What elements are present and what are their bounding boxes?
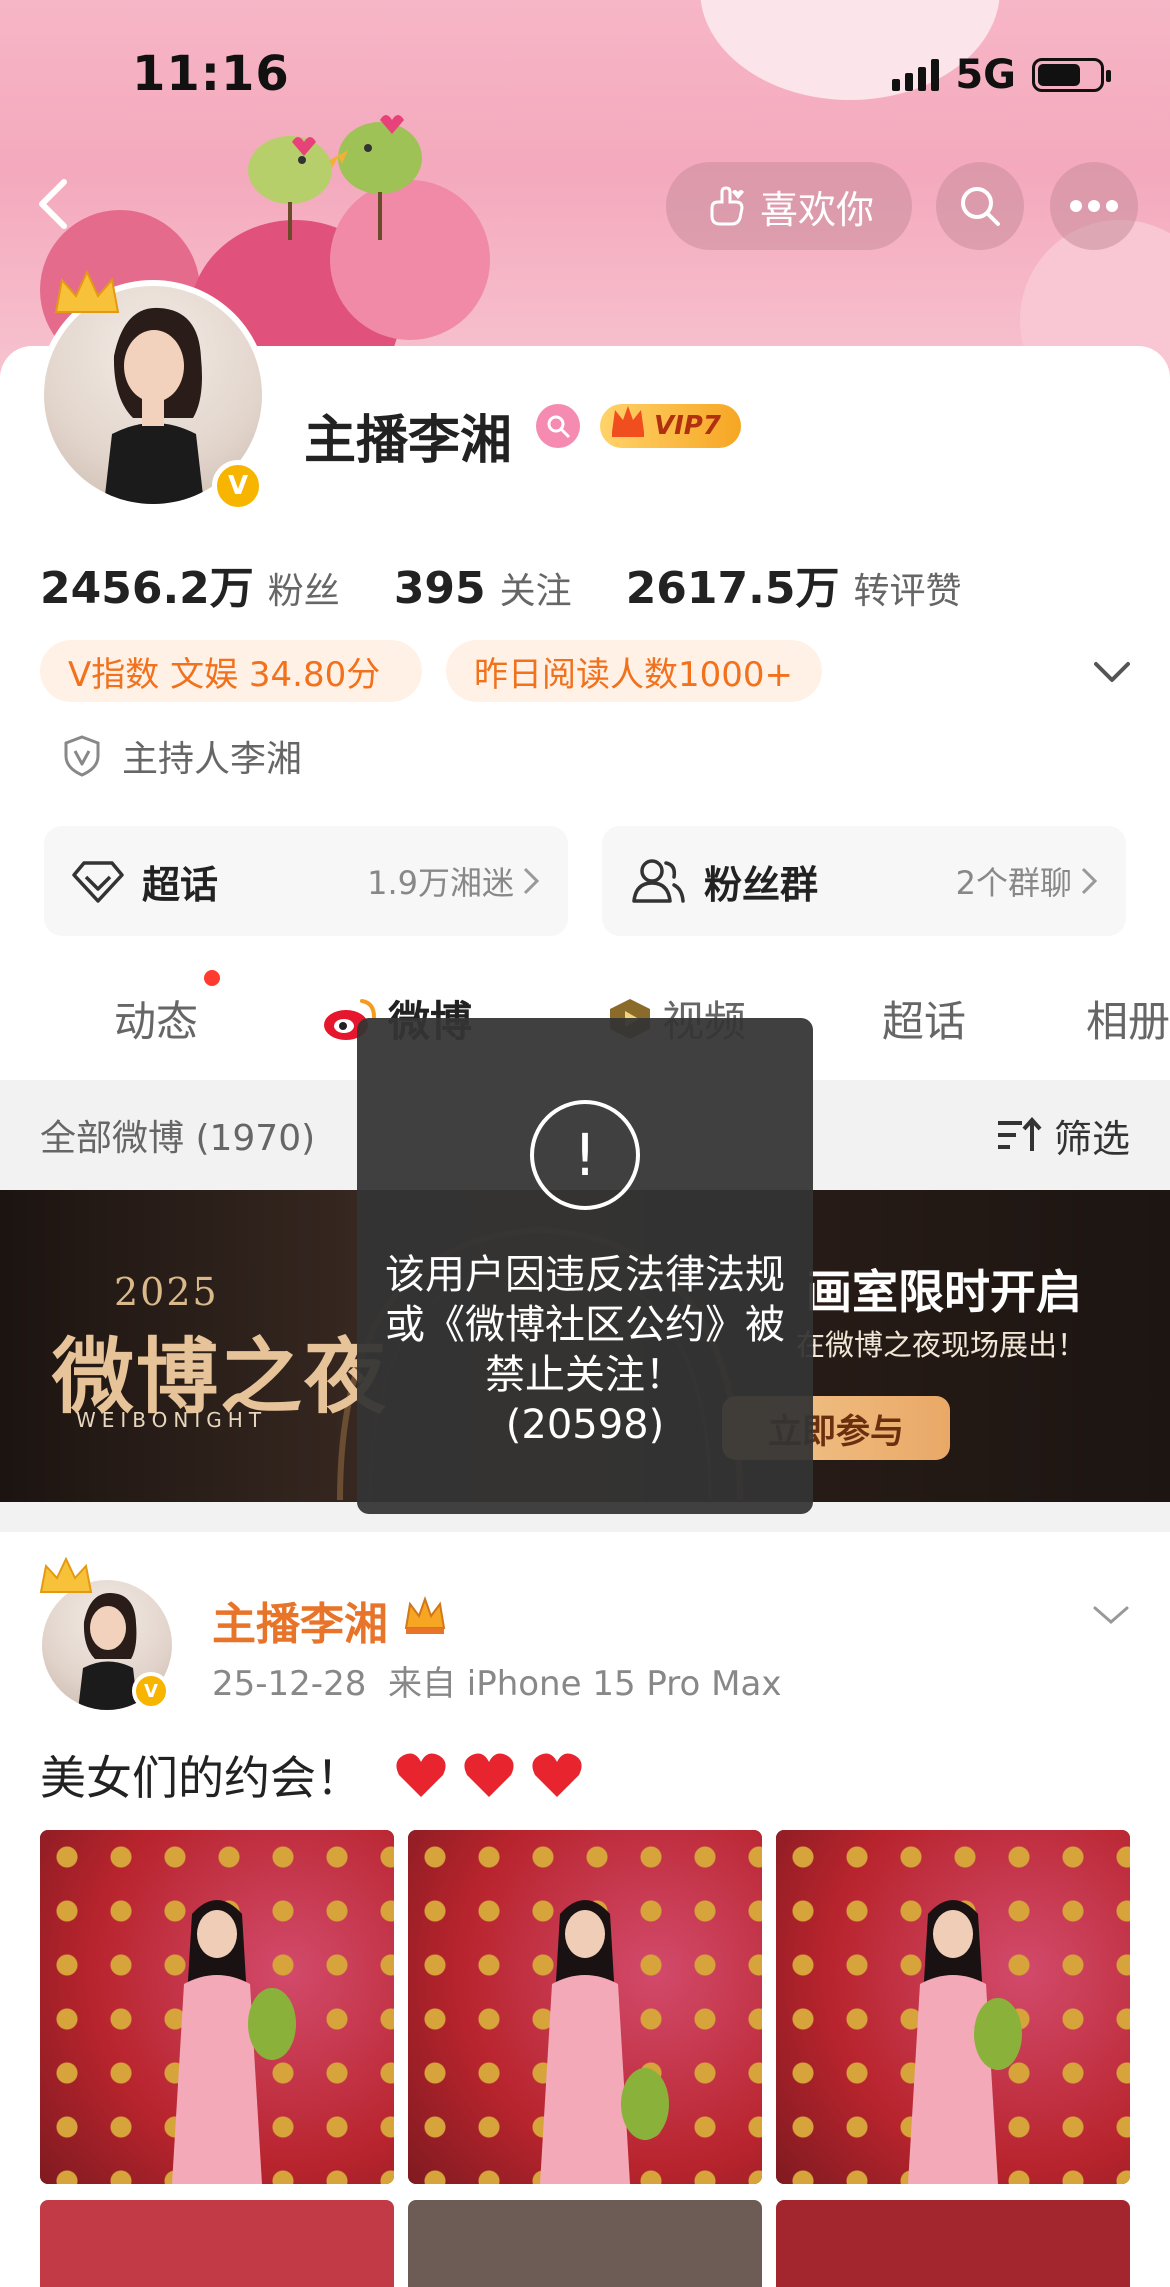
post-date: 25-12-28 bbox=[212, 1664, 367, 1704]
certification: 主持人李湘 bbox=[62, 730, 302, 782]
filter-label: 筛选 bbox=[1053, 1116, 1130, 1161]
hand-heart-icon bbox=[710, 186, 744, 226]
reads-tag[interactable]: 昨日阅读人数1000+ bbox=[446, 640, 822, 702]
verified-badge-icon: V bbox=[212, 460, 264, 512]
group-people-icon bbox=[632, 859, 685, 903]
post-source: 来自 iPhone 15 Pro Max bbox=[387, 1664, 782, 1704]
filter-sort-icon bbox=[997, 1117, 1042, 1151]
tab-activity[interactable]: 动态 bbox=[114, 988, 198, 1049]
like-you-label: 喜欢你 bbox=[759, 187, 874, 232]
post-author[interactable]: 主播李湘 bbox=[212, 1588, 388, 1652]
profile-stats: 2456.2万 粉丝 395 关注 2617.5万 转评赞 bbox=[40, 552, 1016, 616]
woman-figure-image bbox=[540, 1900, 669, 2184]
verified-badge-icon: V bbox=[132, 1672, 170, 1710]
super-topic-meta: 1.9万湘迷 bbox=[367, 864, 514, 902]
member-crown-icon bbox=[404, 1595, 446, 1634]
tab-activity-label: 动态 bbox=[114, 997, 199, 1046]
tab-album-label: 相册 bbox=[1086, 997, 1170, 1046]
chevron-down-icon[interactable] bbox=[1090, 654, 1134, 690]
diamond-icon bbox=[72, 861, 124, 903]
signal-icon bbox=[892, 59, 940, 91]
event-year: 2025 bbox=[114, 1270, 219, 1314]
followers-label[interactable]: 粉丝 bbox=[268, 562, 340, 614]
crown-icon bbox=[39, 1556, 93, 1593]
vip-crown-icon bbox=[612, 406, 644, 437]
super-topic-entry[interactable]: 超话 1.9万湘迷 bbox=[44, 826, 568, 936]
more-dots-icon bbox=[1070, 200, 1118, 212]
v-index-tag[interactable]: V指数 文娱 34.80分 bbox=[40, 640, 422, 702]
post-meta: 25-12-28 来自 iPhone 15 Pro Max bbox=[212, 1656, 781, 1705]
toast-message: 该用户因违反法律法规或《微博社区公约》被禁止关注！ bbox=[385, 1252, 785, 1398]
all-posts-count[interactable]: 全部微博 (1970) bbox=[40, 1109, 315, 1161]
more-options-button[interactable] bbox=[1050, 162, 1138, 250]
fan-group-entry[interactable]: 粉丝群 2个群聊 bbox=[602, 826, 1126, 936]
engagement-label: 转评赞 bbox=[853, 571, 962, 612]
birds-illustration bbox=[248, 115, 422, 240]
crown-icon bbox=[54, 269, 120, 313]
post-image-5[interactable] bbox=[408, 2200, 762, 2287]
post-image-6[interactable] bbox=[776, 2200, 1130, 2287]
event-headline: 画室限时开启 bbox=[806, 1265, 1082, 1319]
post-image-3[interactable] bbox=[776, 1830, 1130, 2184]
followers-count[interactable]: 2456.2万 bbox=[40, 552, 254, 616]
post-image-1[interactable] bbox=[40, 1830, 394, 2184]
shield-icon bbox=[64, 735, 100, 777]
post-image-2[interactable] bbox=[408, 1830, 762, 2184]
event-subtitle: WEIBONIGHT bbox=[76, 1408, 268, 1432]
vip-label: VIP7 bbox=[654, 411, 721, 441]
certification-label: 主持人李湘 bbox=[122, 739, 303, 780]
post-content: 美女们的约会！ bbox=[40, 1751, 362, 1805]
woman-figure-image bbox=[908, 1900, 1022, 2184]
following-label[interactable]: 关注 bbox=[500, 562, 572, 614]
tab-super-topic-label: 超话 bbox=[882, 997, 967, 1046]
status-indicators: 5G bbox=[892, 52, 1111, 98]
chevron-down-icon[interactable] bbox=[1090, 1600, 1132, 1630]
engagement-count: 2617.5万 bbox=[625, 563, 840, 614]
filter-button[interactable]: 筛选 bbox=[996, 1108, 1130, 1163]
exclamation-icon: ! bbox=[530, 1100, 640, 1210]
heart-icon bbox=[396, 1753, 446, 1797]
chevron-right-icon bbox=[523, 867, 540, 895]
tab-album[interactable]: 相册 bbox=[1086, 988, 1170, 1049]
back-arrow-icon[interactable] bbox=[28, 176, 84, 232]
heart-icon bbox=[464, 1753, 514, 1797]
heart-icon bbox=[532, 1753, 582, 1797]
profile-name: 主播李湘 bbox=[304, 411, 513, 471]
woman-figure-image bbox=[172, 1900, 296, 2184]
notification-dot bbox=[204, 970, 220, 986]
like-you-button[interactable]: 喜欢你 bbox=[666, 162, 912, 250]
search-icon bbox=[961, 187, 1000, 226]
status-time: 11:16 bbox=[132, 46, 290, 102]
tab-super-topic[interactable]: 超话 bbox=[882, 988, 966, 1049]
following-count[interactable]: 395 bbox=[394, 563, 486, 614]
fan-group-meta: 2个群聊 bbox=[955, 864, 1072, 902]
error-toast: ! 该用户因违反法律法规或《微博社区公约》被禁止关注！ (20598) bbox=[357, 1018, 813, 1514]
super-topic-title: 超话 bbox=[142, 862, 219, 907]
search-button[interactable] bbox=[936, 162, 1024, 250]
fan-group-title: 粉丝群 bbox=[704, 862, 819, 907]
vip-badge[interactable]: VIP7 bbox=[600, 404, 741, 448]
post-text: 美女们的约会！ bbox=[40, 1742, 584, 1808]
post-image-4[interactable] bbox=[40, 2200, 394, 2287]
female-gender-icon bbox=[536, 404, 580, 448]
network-label: 5G bbox=[955, 52, 1016, 98]
event-description: 在微博之夜现场展出！ bbox=[796, 1328, 1087, 1362]
toast-error-code: (20598) bbox=[505, 1402, 665, 1448]
hearts-emoji bbox=[394, 1751, 584, 1799]
chevron-right-icon bbox=[1081, 867, 1098, 895]
post-card: V 主播李湘 25-12-28 来自 iPhone 15 Pro Max 美女们… bbox=[0, 1532, 1170, 2287]
battery-icon bbox=[1032, 58, 1111, 92]
